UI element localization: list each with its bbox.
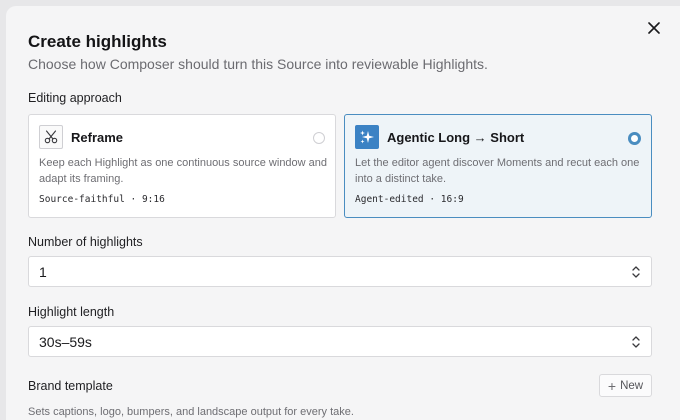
chevron-up-down-icon [632,336,640,348]
approach-option-agentic[interactable]: Agentic Long → Short Let the editor agen… [344,114,652,218]
brand-template-label: Brand template [28,379,113,393]
new-brand-template-button[interactable]: + New [599,374,652,397]
approach-title: Reframe [71,130,124,145]
brand-template-description: Sets captions, logo, bumpers, and landsc… [28,406,354,418]
dialog-subtitle: Choose how Composer should turn this Sou… [28,56,488,72]
plus-icon: + [607,377,617,394]
new-button-label: New [620,379,644,392]
number-of-highlights-select[interactable]: 1 [28,256,652,287]
select-value: 1 [39,264,47,280]
chevron-up-down-icon [632,266,640,278]
approach-title: Agentic Long → Short [387,130,525,145]
highlight-length-select[interactable]: 30s–59s [28,326,652,357]
approach-radio[interactable] [313,132,325,144]
sparkles-icon [355,125,379,149]
editing-approach-label: Editing approach [28,91,122,105]
approach-radio-checked[interactable] [628,132,641,145]
approach-description: Let the editor agent discover Moments an… [355,157,640,185]
scissors-icon [39,125,63,149]
approach-meta: Agent-edited · 16:9 [355,194,464,205]
highlight-length-label: Highlight length [28,305,115,319]
select-value: 30s–59s [39,334,92,350]
close-button[interactable] [644,18,664,38]
close-icon [648,22,660,34]
dialog-title: Create highlights [28,32,167,51]
approach-option-reframe[interactable]: Reframe Keep each Highlight as one conti… [28,114,336,218]
approach-description: Keep each Highlight as one continuous so… [39,157,328,185]
approach-meta: Source-faithful · 9:16 [39,194,165,205]
create-highlights-dialog: Create highlights Choose how Composer sh… [6,6,680,420]
number-of-highlights-label: Number of highlights [28,235,143,249]
